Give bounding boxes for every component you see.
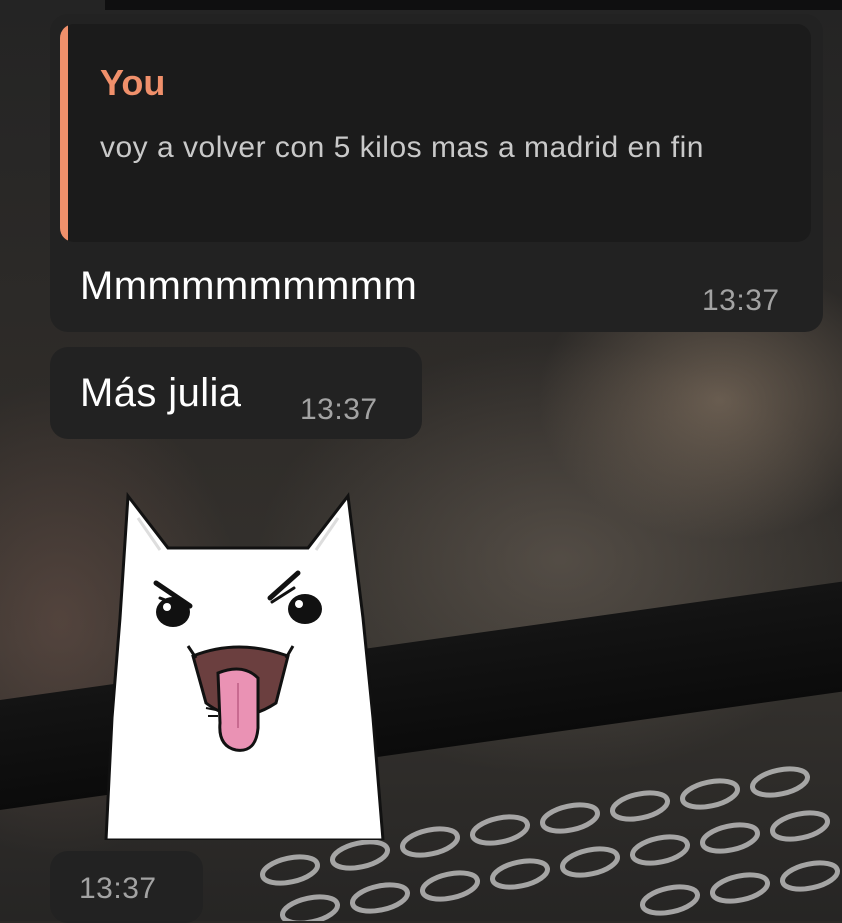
message-bubble[interactable]: You voy a volver con 5 kilos mas a madri… bbox=[50, 14, 823, 332]
reply-quote[interactable]: You voy a volver con 5 kilos mas a madri… bbox=[60, 24, 811, 242]
white-cat-tongue-sticker[interactable] bbox=[98, 488, 388, 842]
message-bubble[interactable]: Más julia 13:37 bbox=[50, 347, 422, 439]
reply-author: You bbox=[100, 62, 166, 103]
reply-text: voy a volver con 5 kilos mas a madrid en… bbox=[100, 131, 704, 164]
message-time: 13:37 bbox=[79, 872, 157, 905]
reply-accent-bar bbox=[60, 24, 68, 242]
sticker-time-badge: 13:37 bbox=[50, 851, 203, 923]
message-text: Mmmmmmmmmm bbox=[80, 264, 418, 308]
message-time: 13:37 bbox=[300, 393, 378, 426]
photo-dark-strip bbox=[105, 0, 842, 10]
message-time: 13:37 bbox=[702, 284, 780, 317]
message-text: Más julia bbox=[80, 371, 242, 415]
